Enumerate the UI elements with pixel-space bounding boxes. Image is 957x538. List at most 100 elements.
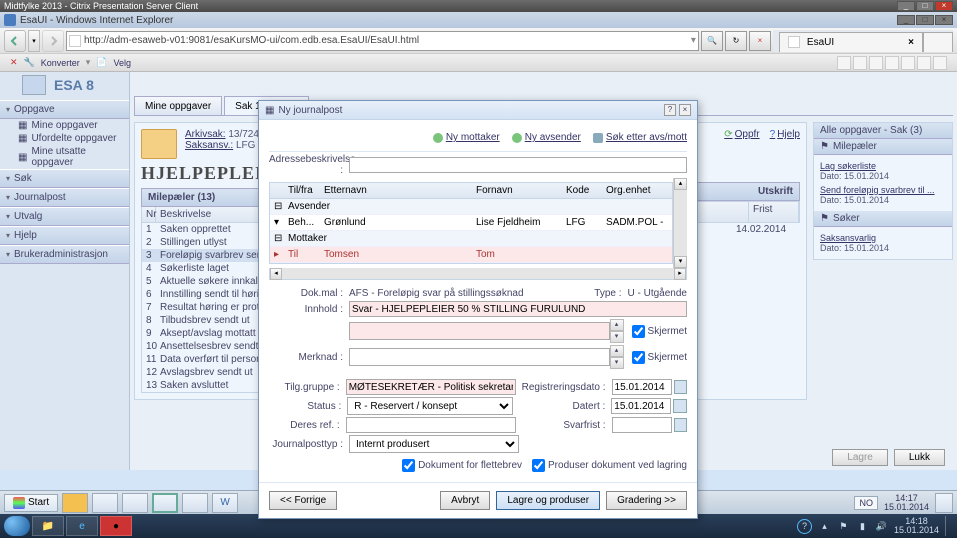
host-task-ie[interactable]: e — [66, 516, 98, 536]
ie-page-icon[interactable] — [885, 56, 899, 70]
expand-icon[interactable]: ▾ — [270, 215, 284, 230]
session-lang[interactable]: NO — [854, 496, 878, 510]
nav-hjelp[interactable]: ▾Hjelp — [0, 226, 129, 245]
velg-link[interactable]: Velg — [114, 58, 132, 68]
mottaker-section[interactable]: ⊟Mottaker — [270, 231, 672, 247]
scroll-down-icon[interactable]: ▾ — [674, 256, 687, 268]
ie-back-button[interactable] — [4, 30, 26, 52]
tray-icon[interactable] — [935, 493, 953, 513]
tb-task-explorer[interactable] — [92, 493, 118, 513]
col-nr[interactable]: Nr — [142, 207, 156, 222]
col-orgenhet[interactable]: Org.enhet — [602, 183, 672, 198]
ie-max-button[interactable]: □ — [916, 15, 934, 25]
textarea-down-icon[interactable]: ▾ — [610, 331, 624, 343]
citrix-min-button[interactable]: _ — [897, 1, 915, 11]
oppfr-link[interactable]: ⟳Oppfr — [724, 129, 759, 140]
flettebrev-checkbox[interactable] — [402, 459, 415, 472]
nav-utsatte[interactable]: ▦Mine utsatte oppgaver — [0, 145, 129, 169]
host-clock[interactable]: 14:1815.01.2014 — [894, 517, 939, 535]
milepaeler-sub[interactable]: ⚑Milepæler — [814, 139, 952, 155]
session-clock[interactable]: 14:1715.01.2014 — [884, 494, 929, 512]
jposttyp-select[interactable]: Internt produsert — [349, 435, 519, 453]
expand-icon[interactable]: ▸ — [270, 247, 284, 262]
ie-tools-icon[interactable] — [917, 56, 931, 70]
avsender-section[interactable]: ⊟Avsender — [270, 199, 672, 215]
scroll-up-icon[interactable]: ▴ — [674, 178, 687, 190]
nav-utvalg[interactable]: ▾Utvalg — [0, 207, 129, 226]
ie-home-icon[interactable] — [837, 56, 851, 70]
nav-sok[interactable]: ▾Søk — [0, 169, 129, 188]
tb-task-desktop[interactable] — [182, 493, 208, 513]
host-task-app[interactable]: ● — [100, 516, 132, 536]
ie-refresh-button[interactable]: ↻ — [725, 31, 747, 51]
calendar-icon[interactable] — [673, 399, 687, 413]
nav-oppgave[interactable]: ▾Oppgave — [0, 100, 129, 119]
tilggruppe-input[interactable] — [346, 379, 516, 395]
collapse-icon[interactable]: ⊟ — [270, 231, 284, 246]
citrix-close-button[interactable]: × — [935, 1, 953, 11]
ie-safety-icon[interactable] — [901, 56, 915, 70]
avbryt-button[interactable]: Avbryt — [440, 491, 490, 510]
ny-avsender-link[interactable]: Ny avsender — [512, 132, 581, 143]
skjermet2-checkbox[interactable] — [632, 351, 645, 364]
textarea-up-icon[interactable]: ▴ — [610, 319, 624, 331]
ie-forward-button[interactable] — [42, 30, 64, 52]
tb-task-word[interactable]: W — [212, 493, 238, 513]
merknad-textarea[interactable] — [349, 348, 610, 366]
skjermet1-checkbox[interactable] — [632, 325, 645, 338]
host-task-explorer[interactable]: 📁 — [32, 516, 64, 536]
gradering-button[interactable]: Gradering >> — [606, 491, 687, 510]
session-start-button[interactable]: Start — [4, 494, 58, 512]
nav-mine-oppgaver[interactable]: ▦Mine oppgaver — [0, 119, 129, 132]
col-fornavn[interactable]: Fornavn — [472, 183, 562, 198]
innhold-input[interactable] — [349, 301, 687, 317]
textarea-up-icon[interactable]: ▴ — [610, 345, 624, 357]
show-desktop-button[interactable] — [945, 516, 953, 536]
sok-avs-mott-link[interactable]: Søk etter avs/mott — [593, 132, 687, 143]
help-icon[interactable]: ? — [797, 519, 812, 534]
svarfrist-input[interactable] — [612, 417, 672, 433]
produser-checkbox[interactable] — [532, 459, 545, 472]
ie-search-go-button[interactable]: 🔍 — [701, 31, 723, 51]
forrige-button[interactable]: << Forrige — [269, 491, 337, 510]
ie-stop-button[interactable]: × — [749, 31, 771, 51]
nav-brukeradmin[interactable]: ▾Brukeradministrasjon — [0, 245, 129, 264]
send-svarbrev-link[interactable]: Send foreløpig svarbrev til ... — [820, 185, 935, 195]
ie-help-icon[interactable] — [933, 56, 947, 70]
tab-mine-oppgaver[interactable]: Mine oppgaver — [134, 96, 222, 115]
scroll-right-icon[interactable]: ▸ — [674, 268, 686, 280]
tb-task-ie[interactable] — [152, 493, 178, 513]
status-select[interactable]: R - Reservert / konsept — [347, 397, 513, 415]
ie-back-dropdown[interactable]: ▾ — [28, 30, 40, 52]
calendar-icon[interactable] — [674, 380, 687, 394]
addr-scrollbar[interactable]: ▴ ▾ — [673, 178, 687, 268]
deresref-input[interactable] — [346, 417, 516, 433]
avsender-row[interactable]: ▾ Beh... Grønlund Lise Fjeldheim LFG SAD… — [270, 215, 672, 231]
regdato-input[interactable] — [612, 379, 672, 395]
col-tilfra[interactable]: Til/fra — [284, 183, 320, 198]
adresse-input[interactable] — [349, 157, 687, 173]
volume-icon[interactable]: 🔊 — [875, 520, 888, 533]
action-center-icon[interactable]: ⚑ — [837, 520, 850, 533]
col-etternavn[interactable]: Etternavn — [320, 183, 472, 198]
lag-sokerliste-link[interactable]: Lag søkerliste — [820, 161, 876, 171]
konverter-link[interactable]: Konverter — [41, 58, 80, 68]
soker-sub[interactable]: ⚑Søker — [814, 211, 952, 227]
addr-dropdown-icon[interactable]: ▾ — [691, 35, 696, 46]
dialog-close-button[interactable]: × — [679, 104, 691, 116]
citrix-max-button[interactable]: □ — [916, 1, 934, 11]
innhold-textarea[interactable] — [349, 322, 610, 340]
datert-input[interactable] — [611, 398, 671, 414]
nav-journalpost[interactable]: ▾Journalpost — [0, 188, 129, 207]
ie-min-button[interactable]: _ — [897, 15, 915, 25]
toolbar-close-icon[interactable]: ✕ — [10, 57, 18, 68]
lukk-button[interactable]: Lukk — [894, 449, 945, 466]
calendar-icon[interactable] — [674, 418, 687, 432]
ie-new-tab-button[interactable] — [923, 32, 953, 52]
tab-close-icon[interactable]: × — [908, 37, 914, 48]
saksansvarlig-link[interactable]: Saksansvarlig — [820, 233, 876, 243]
mottaker-row[interactable]: ▸ Til Tomsen Tom — [270, 247, 672, 263]
network-icon[interactable]: ▮ — [856, 520, 869, 533]
ie-address-bar[interactable]: http://adm-esaweb-v01:9081/esaKursMO-ui/… — [66, 31, 699, 51]
col-kode[interactable]: Kode — [562, 183, 602, 198]
